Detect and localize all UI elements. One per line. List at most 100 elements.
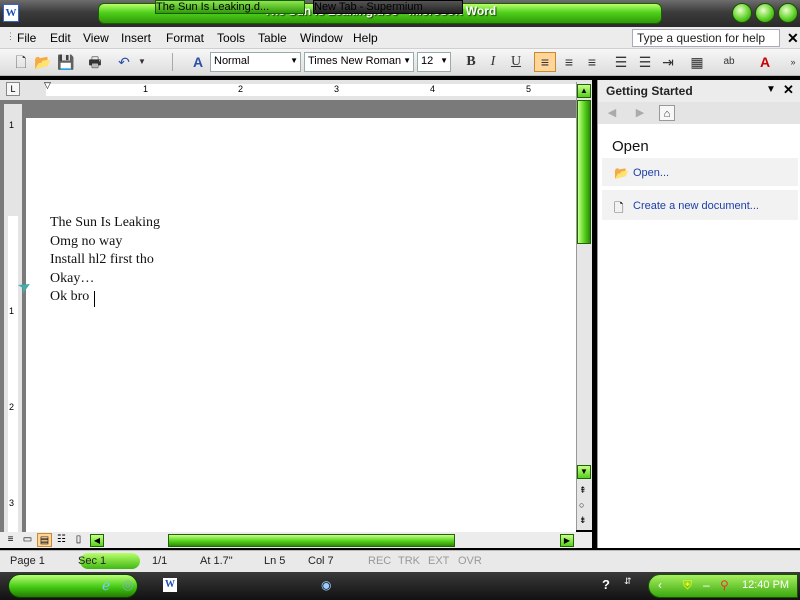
back-icon[interactable]: ◀	[604, 105, 620, 121]
document-line[interactable]: The Sun Is Leaking	[50, 215, 160, 231]
ruler-number: 4	[430, 84, 436, 94]
scroll-right-icon[interactable]: ▶	[560, 534, 574, 547]
tray-options-icon[interactable]: ⇵	[624, 576, 632, 587]
close-document-icon[interactable]: ✕	[787, 30, 799, 47]
tab-selector-icon[interactable]: L	[6, 82, 20, 96]
forward-icon[interactable]: ▶	[632, 105, 648, 121]
vertical-scroll-thumb[interactable]	[577, 100, 591, 244]
tray-arrow-icon[interactable]: ‹	[658, 578, 662, 592]
vruler-number: 2	[9, 402, 15, 412]
taskbar-label: The Sun Is Leaking.d...	[156, 1, 270, 13]
status-section: Sec 1	[78, 555, 107, 567]
print-icon[interactable]: 🖶	[86, 53, 104, 71]
styles-pane-icon[interactable]: A	[189, 53, 207, 71]
word-app-icon[interactable]: W	[3, 4, 19, 22]
show-desktop-icon[interactable]: ◎	[122, 577, 133, 593]
menu-format[interactable]: Format	[166, 31, 204, 45]
new-document-icon: 🗋	[614, 201, 624, 215]
document-line[interactable]: Okay…	[50, 271, 94, 287]
align-center-icon[interactable]: ≡	[560, 53, 578, 71]
font-size-combo[interactable]: 12 ▼	[417, 52, 451, 72]
chevron-down-icon: ▼	[440, 56, 448, 65]
save-icon[interactable]: 💾	[57, 53, 75, 71]
toolbar-options-icon[interactable]: »	[784, 53, 800, 71]
scroll-down-icon[interactable]: ▼	[577, 465, 591, 479]
home-icon[interactable]: ⌂	[659, 105, 675, 121]
align-left-icon[interactable]: ≡	[536, 53, 554, 71]
outline-view-icon[interactable]: ☷	[54, 533, 69, 547]
numbering-icon[interactable]: ☰	[612, 53, 630, 71]
menu-tools[interactable]: Tools	[217, 31, 245, 45]
ruler-strip[interactable]	[46, 84, 576, 96]
chevron-down-icon: ▼	[403, 56, 411, 65]
undo-icon[interactable]: ↶	[115, 53, 133, 71]
search-icon[interactable]: ⚲	[720, 578, 729, 592]
help-question-input[interactable]: Type a question for help	[632, 29, 780, 47]
open-link-row	[602, 158, 798, 186]
italic-button[interactable]: I	[484, 53, 502, 71]
create-document-link[interactable]: Create a new document...	[633, 200, 759, 212]
taskbar-button-word[interactable]: The Sun Is Leaking.d...	[155, 0, 305, 14]
previous-page-icon[interactable]: ⇞	[579, 485, 587, 496]
menu-window[interactable]: Window	[300, 31, 343, 45]
menu-table[interactable]: Table	[258, 31, 287, 45]
document-page[interactable]	[26, 118, 576, 532]
scroll-left-icon[interactable]: ◀	[90, 534, 104, 547]
menu-grip-icon: ⋮	[6, 31, 15, 41]
task-pane-close-icon[interactable]: ✕	[783, 82, 794, 98]
document-line[interactable]: Install hl2 first tho	[50, 252, 154, 268]
borders-icon[interactable]: ▦	[688, 53, 706, 71]
minimize-button[interactable]	[732, 3, 752, 23]
indent-icon[interactable]: ⇥	[659, 53, 677, 71]
close-button[interactable]	[778, 3, 798, 23]
document-line[interactable]: Ok bro	[50, 289, 89, 305]
open-link[interactable]: Open...	[633, 167, 669, 179]
menu-insert[interactable]: Insert	[121, 31, 151, 45]
status-at: At 1.7"	[200, 555, 233, 567]
document-line[interactable]: Omg no way	[50, 234, 122, 250]
align-right-icon[interactable]: ≡	[583, 53, 601, 71]
taskbar-button-browser[interactable]: New Tab - Supermium	[313, 0, 463, 14]
browse-object-icon[interactable]: ○	[579, 500, 584, 510]
indent-marker-icon[interactable]: ▽	[44, 80, 51, 91]
font-value: Times New Roman	[308, 55, 402, 67]
task-pane-title[interactable]: Getting Started	[606, 84, 693, 98]
status-rec[interactable]: REC	[368, 555, 391, 567]
help-tray-icon[interactable]: ?	[602, 577, 610, 592]
open-folder-icon[interactable]: 📂	[34, 53, 52, 71]
task-pane-dropdown-icon[interactable]: ▼	[766, 84, 776, 95]
bold-button[interactable]: B	[462, 53, 480, 71]
menu-file[interactable]: File	[17, 31, 36, 45]
status-ext[interactable]: EXT	[428, 555, 449, 567]
reading-view-icon[interactable]: ▯	[71, 533, 86, 547]
vruler-number: 1	[9, 120, 15, 130]
maximize-button[interactable]	[755, 3, 775, 23]
next-page-icon[interactable]: ⇟	[579, 515, 587, 526]
horizontal-scroll-thumb[interactable]	[168, 534, 455, 547]
menu-help[interactable]: Help	[353, 31, 378, 45]
security-shield-icon[interactable]: ⛨	[683, 578, 692, 593]
font-combo[interactable]: Times New Roman ▼	[304, 52, 414, 72]
status-ovr[interactable]: OVR	[458, 555, 482, 567]
style-combo[interactable]: Normal ▼	[210, 52, 301, 72]
normal-view-icon[interactable]: ≡	[3, 533, 18, 547]
ruler-number: 1	[143, 84, 149, 94]
undo-dropdown-icon[interactable]: ▼	[133, 53, 151, 71]
menu-edit[interactable]: Edit	[50, 31, 71, 45]
menu-view[interactable]: View	[83, 31, 109, 45]
internet-explorer-icon[interactable]: ℯ	[102, 577, 110, 594]
highlight-icon[interactable]: ab	[720, 53, 738, 71]
clock[interactable]: 12:40 PM	[742, 579, 789, 591]
start-button[interactable]	[8, 574, 138, 598]
font-color-icon[interactable]: A	[756, 53, 774, 71]
status-trk[interactable]: TRK	[398, 555, 420, 567]
print-layout-view-icon[interactable]: ▤	[37, 533, 52, 547]
scroll-up-icon[interactable]: ▲	[577, 84, 591, 98]
new-document-icon[interactable]: 🗋	[12, 53, 30, 71]
volume-icon[interactable]: –	[703, 578, 710, 592]
vertical-ruler-strip[interactable]	[8, 216, 18, 532]
web-view-icon[interactable]: ▭	[20, 533, 35, 547]
status-column: Col 7	[308, 555, 334, 567]
underline-button[interactable]: U	[507, 53, 525, 71]
bullets-icon[interactable]: ☰	[636, 53, 654, 71]
